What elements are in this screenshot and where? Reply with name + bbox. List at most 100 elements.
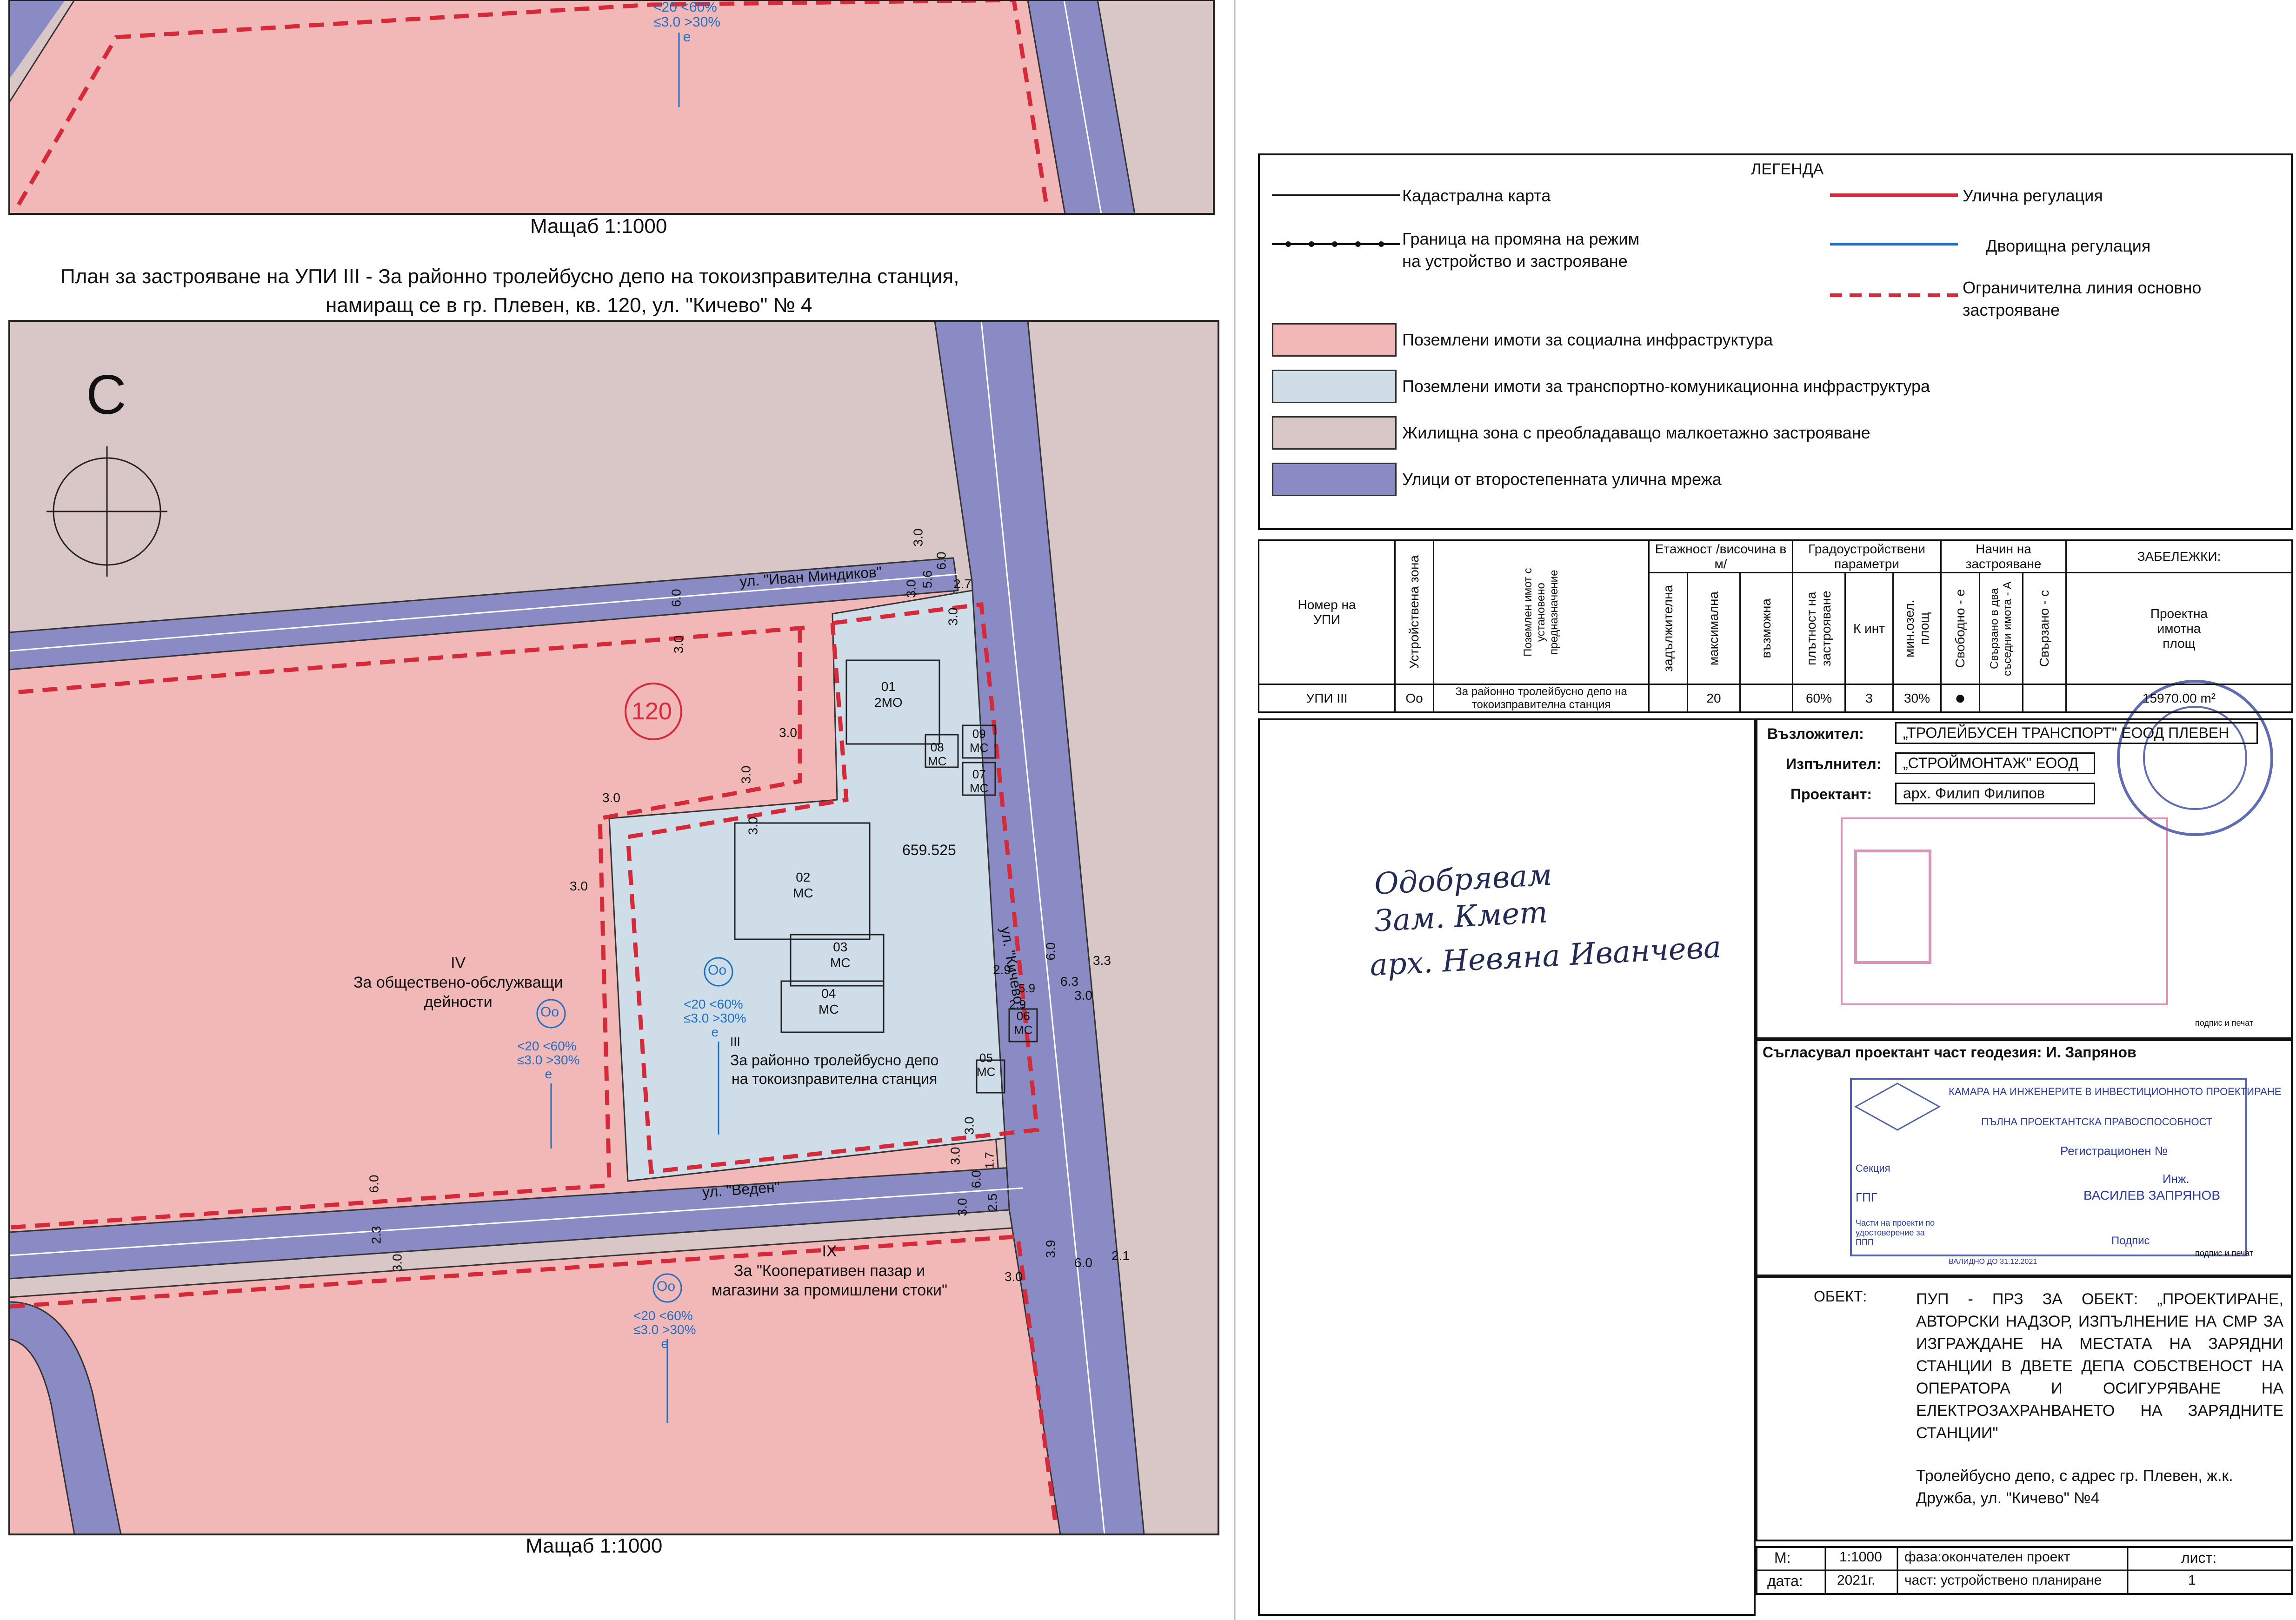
plot-ix-name2: магазини за промишлени стоки"	[712, 1281, 948, 1299]
legend-street: Улици от второстепенната улична мрежа	[1402, 470, 1722, 489]
plot-iv-name2: дейности	[424, 993, 492, 1011]
object-address: Тролейбусно депо, с адрес гр. Плевен, ж.…	[1916, 1467, 2233, 1507]
th-params: Градоустройствени параметри	[1792, 539, 1942, 573]
geodesy-rights: ПЪЛНА ПРОЕКТАНТСКА ПРАВОСПОСОБНОСТ	[1981, 1116, 2213, 1128]
plot-iv-chip: Оо	[540, 1004, 559, 1020]
dim-2: 6.0	[934, 551, 949, 570]
building-09-id: 09	[972, 727, 986, 741]
contractor-value: „СТРОЙМОНТАЖ" ЕООД	[1895, 752, 2095, 774]
building-02-id: 02	[796, 870, 811, 884]
client-value: „ТРОЛЕЙБУСЕН ТРАНСПОРТ" ЕООД ПЛЕВЕН	[1895, 722, 2258, 744]
building-04: 04 МС	[819, 986, 839, 1017]
dim-27: 3.9	[1043, 1240, 1058, 1258]
plot-ix-l2: ≤3.0	[633, 1322, 659, 1337]
td-green: 30%	[1892, 684, 1942, 713]
building-07-type: МС	[970, 781, 989, 795]
upi-table: Номер на УПИ Устройствена зона Поземлен …	[1258, 539, 2293, 713]
th-notes: ЗАБЕЛЕЖКИ:	[2065, 539, 2293, 573]
dim-32: 2.3	[369, 1226, 384, 1244]
plot-ix-l1: <20	[633, 1308, 656, 1323]
dim-8: 3.0	[779, 725, 797, 740]
dim-17: 5.9	[1018, 981, 1036, 995]
th-zone: Устройствена зона	[1407, 555, 1421, 669]
legend-residential: Жилищна зона с преобладаващо малкоетажно…	[1402, 423, 1870, 442]
geodesy-sign: Подпис	[2111, 1235, 2150, 1247]
th-purpose: Поземлен имот с установено предназначени…	[1522, 568, 1560, 657]
th-floors-req: задължителна	[1661, 585, 1675, 672]
building-08-id: 08	[930, 740, 944, 754]
building-01: 01 2МО	[874, 679, 903, 710]
dim-9: 2.9	[993, 963, 1011, 977]
block-number: 120	[632, 698, 672, 725]
legend-building-line: Ограничителна линия основно застрояване	[1963, 278, 2202, 319]
plot-ix-l3: e	[661, 1336, 669, 1351]
legend-yard-regulation: Дворищна регулация	[1986, 236, 2151, 255]
top-zone-right-1: <60%	[681, 0, 717, 15]
top-map-scale: Мащаб 1:1000	[530, 215, 667, 238]
legend-title: ЛЕГЕНДА	[1751, 160, 1824, 178]
building-04-type: МС	[819, 1002, 839, 1016]
th-mode-linked: Свързано - с	[2037, 590, 2051, 667]
geodesy-section: ГПГ	[1856, 1190, 1877, 1204]
dim-29: 2.1	[1111, 1248, 1130, 1263]
top-zone-left-3: e	[683, 29, 691, 45]
top-zone-left-2: ≤3.0	[653, 14, 681, 30]
plot-iii-r1: <60%	[709, 997, 743, 1011]
th-mode-free: Свободно - е	[1953, 589, 1967, 668]
building-06-type: МС	[1014, 1023, 1033, 1037]
dim-28: 6.0	[1074, 1255, 1092, 1270]
dim-13: 3.0	[671, 635, 686, 654]
dim-23: 6.0	[969, 1170, 984, 1188]
td-floors-req	[1648, 684, 1688, 713]
plot-ix-number: IX	[822, 1242, 837, 1260]
building-07: 07 МС	[970, 767, 988, 795]
legend-swatch-transport	[1272, 370, 1397, 403]
plot-iv-params: <20 <60% ≤3.0 >30% e	[517, 1039, 579, 1081]
building-09-type: МС	[970, 741, 989, 755]
geodesy-eng: Инж.	[2163, 1172, 2190, 1186]
building-03-type: МС	[830, 956, 851, 970]
main-map	[8, 320, 1219, 1535]
plot-iv-l3: e	[545, 1067, 552, 1081]
top-zone-left-1: <20	[653, 0, 677, 15]
plot-iii-area: 659.525	[902, 842, 956, 858]
dim-16: 3.0	[1074, 988, 1092, 1003]
plot-ix-r1: <60%	[659, 1308, 693, 1323]
designer-label: Проектант:	[1790, 786, 1872, 803]
plot-iii-l3: e	[711, 1025, 719, 1039]
dim-12: 3.0	[739, 765, 753, 784]
dim-5: 3.0	[945, 607, 960, 626]
building-08-type: МС	[928, 754, 947, 768]
td-zone: Оо	[1394, 684, 1434, 713]
th-density: плътност на застрояване	[1804, 591, 1833, 666]
plot-iv-label: IV За обществено-обслужващи дейности	[353, 953, 563, 1012]
plot-ix-r2: >30%	[662, 1322, 696, 1337]
legend-regime-border: Граница на промяна на режим на устройств…	[1402, 229, 1640, 271]
designer-sign-note: подпис и печат	[2195, 1018, 2254, 1028]
building-05-type: МС	[977, 1065, 996, 1079]
legend-swatch-social	[1272, 323, 1397, 357]
dim-3: 2.7	[953, 577, 972, 591]
th-floors-max: максимална	[1706, 591, 1721, 666]
building-07-id: 07	[972, 767, 986, 781]
td-purpose: За районно тролейбусно депо на токоизпра…	[1433, 684, 1650, 713]
building-03-id: 03	[833, 940, 848, 954]
object-label: ОБЕКТ:	[1814, 1288, 1867, 1305]
building-05: 05 МС	[977, 1051, 995, 1079]
th-upi: Номер на УПИ	[1298, 597, 1356, 627]
plan-title-line2: намиращ се в гр. Плевен, кв. 120, ул. "К…	[326, 294, 812, 317]
legend-cadastre: Кадастрална карта	[1402, 186, 1551, 205]
plot-iii-l2: ≤3.0	[684, 1011, 709, 1025]
plot-ix-label: IX За "Кооперативен пазар и магазини за …	[712, 1242, 947, 1300]
contractor-label: Изпълнител:	[1786, 756, 1882, 772]
dim-24: 1.7	[982, 1152, 997, 1169]
th-floors-pos: възможна	[1759, 598, 1773, 658]
plot-iv-name1: За обществено-обслужващи	[353, 974, 563, 991]
dim-6: 6.0	[669, 589, 684, 607]
plot-iv-l2: ≤3.0	[517, 1053, 543, 1067]
dim-4: 3.0	[904, 579, 918, 598]
plot-iii-name1: За районно тролейбусно депо	[730, 1052, 939, 1069]
th-mode: Начин на застрояване	[1940, 539, 2067, 573]
geodesy-parts: Части на проекти по удостоверение за ППП	[1856, 1218, 1935, 1247]
building-05-id: 05	[979, 1051, 993, 1065]
